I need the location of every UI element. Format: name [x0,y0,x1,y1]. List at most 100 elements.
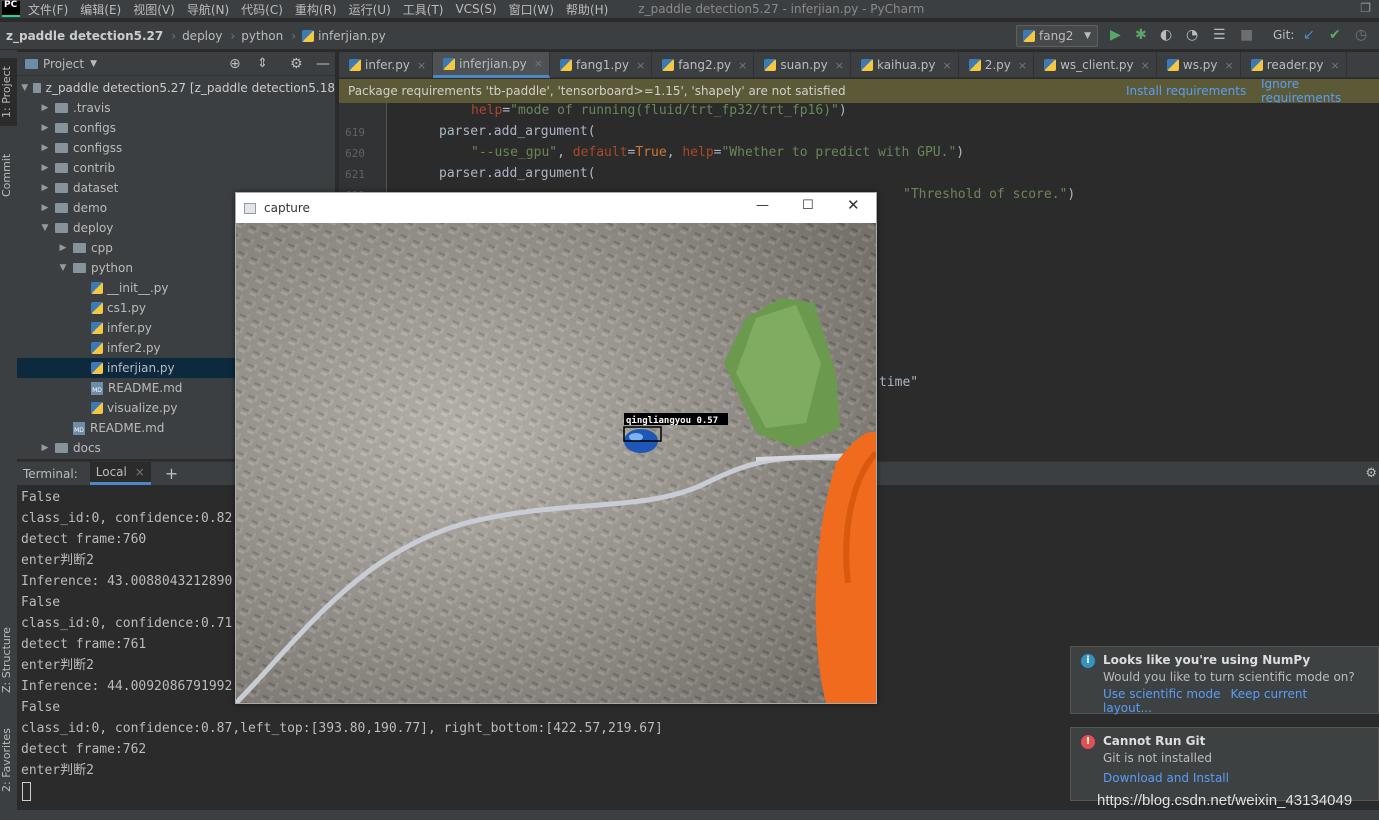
chevron-right-icon[interactable]: ▶ [39,123,51,133]
close-tab-icon[interactable]: × [1141,59,1150,72]
editor-tab[interactable]: kaihua.py × [851,52,959,78]
close-tab-icon[interactable]: × [417,59,426,72]
chevron-right-icon[interactable]: ▶ [39,203,51,213]
tree-item[interactable]: ▶ configss [17,138,335,158]
close-tab-icon[interactable]: × [636,59,645,72]
git-update-icon[interactable]: ↙ [1303,27,1315,43]
menu-navigate[interactable]: 导航(N) [187,1,229,18]
menu-window[interactable]: 窗口(W) [509,1,554,18]
chevron-down-icon[interactable]: ▼ [39,223,51,233]
chevron-down-icon[interactable]: ▼ [21,83,29,93]
menu-refactor[interactable]: 重构(R) [295,1,337,18]
restore-window-icon[interactable]: ❐ [1360,1,1371,15]
maximize-icon[interactable]: ☐ [802,198,814,213]
tree-item-label: README.md [90,421,165,435]
close-tab-icon[interactable]: × [1224,59,1233,72]
editor-tab[interactable]: suan.py × [754,52,851,78]
camera-frame-image: qingliangyou 0.57 [236,223,876,703]
close-tab-icon[interactable]: × [835,59,844,72]
close-icon[interactable]: ✕ [847,196,860,214]
python-file-icon [764,59,777,71]
menu-edit[interactable]: 编辑(E) [80,1,121,18]
editor-tab[interactable]: fang2.py × [652,52,755,78]
breadcrumb-python[interactable]: python [241,29,283,43]
chevron-right-icon[interactable]: ▶ [39,143,51,153]
editor-tab[interactable]: fang1.py × [550,52,653,78]
tree-item-label: visualize.py [107,401,178,415]
tree-item[interactable]: ▶ .travis [17,98,335,118]
chevron-right-icon[interactable]: ▶ [39,103,51,113]
menu-vcs[interactable]: VCS(S) [455,2,496,16]
editor-tab[interactable]: inferjian.py × [433,52,550,78]
close-tab-icon[interactable]: × [534,57,543,70]
run-coverage-icon[interactable]: ◐ [1160,27,1172,43]
menu-help[interactable]: 帮助(H) [566,1,608,18]
editor-tab[interactable]: reader.py × [1241,52,1347,78]
menu-file[interactable]: 文件(F) [28,1,68,18]
numpy-notification[interactable]: i Looks like you're using NumPy Would yo… [1070,646,1379,715]
close-tab-icon[interactable]: × [738,59,747,72]
menu-tools[interactable]: 工具(T) [403,1,444,18]
hide-panel-icon[interactable]: — [316,56,330,72]
terminal-tab-local[interactable]: Local × [89,462,151,485]
chevron-down-icon[interactable]: ▼ [90,59,97,69]
notification-title: Cannot Run Git [1103,734,1206,748]
editor-tab[interactable]: ws.py × [1157,52,1241,78]
breadcrumb-deploy[interactable]: deploy [182,29,222,43]
close-icon[interactable]: × [135,465,145,479]
tree-item-label: dataset [73,181,119,195]
project-view-select[interactable]: Project [43,57,84,71]
project-tool-tab[interactable]: 1: Project [0,58,17,126]
tree-item[interactable]: ▶ contrib [17,158,335,178]
close-tab-icon[interactable]: × [942,59,951,72]
add-terminal-icon[interactable]: + [165,464,178,483]
structure-tool-tab[interactable]: Z: Structure [0,620,17,700]
editor-tab[interactable]: ws_client.py × [1034,52,1157,78]
terminal-line: enter判断2 [21,553,94,568]
profile-icon[interactable]: ◔ [1186,27,1198,43]
ignore-requirements-link[interactable]: Ignore requirements [1261,77,1379,105]
run-configuration-select[interactable]: fang2 ▼ [1016,25,1098,47]
tree-item-label: cpp [91,241,113,255]
commit-tool-tab[interactable]: Commit [0,145,17,205]
collapse-all-icon[interactable]: ⇕ [257,56,268,71]
build-icon[interactable]: ☰ [1213,27,1226,43]
breadcrumb-file[interactable]: inferjian.py [302,29,386,43]
breadcrumb-project[interactable]: z_paddle detection5.27 [6,29,163,43]
run-icon[interactable]: ▶ [1110,27,1121,43]
editor-tab[interactable]: infer.py × [339,52,434,78]
markdown-file-icon: MD [91,381,103,395]
git-notification[interactable]: ! Cannot Run Git Git is not installed Do… [1070,727,1379,801]
use-scientific-mode-link[interactable]: Use scientific mode [1103,687,1220,701]
chevron-right-icon[interactable]: ▶ [39,183,51,193]
git-history-icon[interactable]: ◷ [1355,27,1367,43]
tree-item[interactable]: ▼ z_paddle detection5.27 [z_paddle detect… [17,78,335,98]
git-commit-icon[interactable]: ✔ [1329,27,1341,43]
chevron-right-icon[interactable]: ▶ [39,163,51,173]
close-tab-icon[interactable]: × [1330,59,1339,72]
chevron-right-icon[interactable]: ▶ [39,443,51,453]
editor-tab-bar: infer.py × inferjian.py × fang1.py × fang2.py ×… [339,52,1379,78]
capture-titlebar[interactable]: capture — ☐ ✕ [236,193,876,223]
python-config-icon [1023,30,1035,42]
tree-item[interactable]: ▶ configs [17,118,335,138]
debug-icon[interactable]: ✱ [1135,27,1147,43]
install-requirements-link[interactable]: Install requirements [1126,84,1246,98]
capture-window[interactable]: capture — ☐ ✕ qingliangyou 0.57 [235,192,877,704]
menu-run[interactable]: 运行(U) [349,1,391,18]
folder-icon [55,203,68,213]
gear-icon[interactable]: ⚙ [1365,466,1377,481]
locate-file-icon[interactable]: ⊕ [229,56,241,72]
chevron-down-icon[interactable]: ▼ [57,263,69,273]
chevron-right-icon[interactable]: ▶ [57,243,69,253]
gear-icon[interactable]: ⚙ [290,56,303,72]
menu-view[interactable]: 视图(V) [133,1,175,18]
favorites-tool-tab[interactable]: 2: Favorites [0,720,17,800]
menu-code[interactable]: 代码(C) [241,1,283,18]
tree-item-label: infer.py [107,321,152,335]
minimize-icon[interactable]: — [756,198,769,213]
close-tab-icon[interactable]: × [1018,59,1027,72]
editor-tab[interactable]: 2.py × [959,52,1035,78]
stop-icon[interactable]: ■ [1240,27,1253,43]
download-install-link[interactable]: Download and Install [1103,771,1229,785]
